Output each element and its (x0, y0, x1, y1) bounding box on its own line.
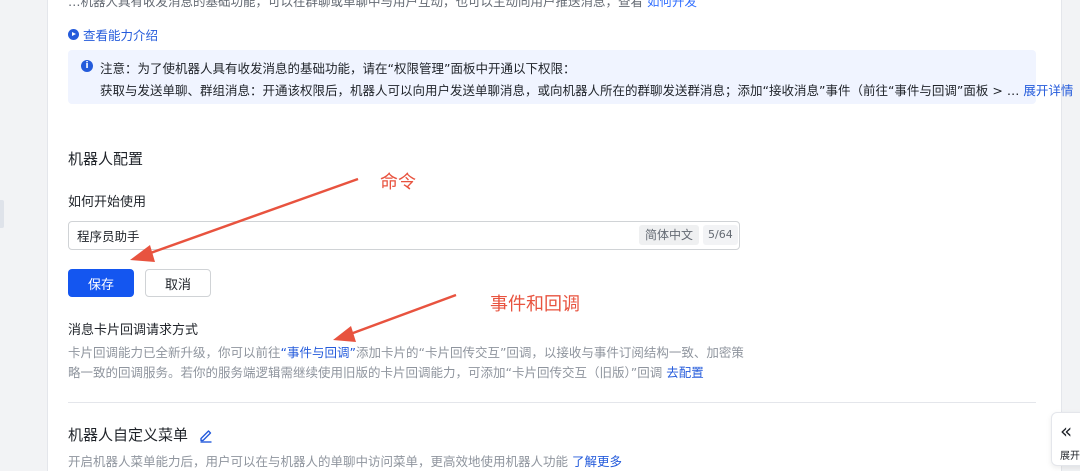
double-chevron-left-icon: « (1060, 419, 1073, 443)
side-expand-button[interactable]: « 展开 (1051, 412, 1080, 466)
events-arrow-head (333, 326, 356, 342)
command-arrow-head (130, 245, 155, 262)
annotation-command: 命令 (380, 172, 416, 193)
annotation-events: 事件和回调 (490, 294, 580, 315)
side-expand-label: 展开 (1060, 451, 1080, 462)
command-arrow-line (141, 177, 359, 258)
events-arrow-line (344, 293, 457, 338)
annotation-arrows (130, 177, 457, 342)
